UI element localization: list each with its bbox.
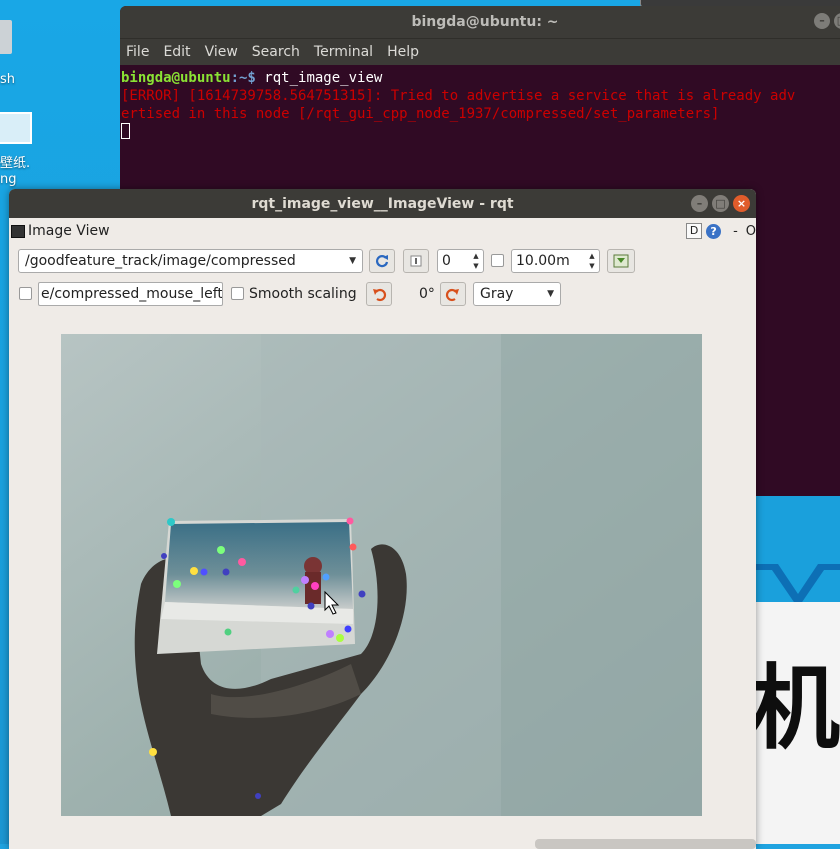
rqt-titlebar[interactable]: rqt_image_view__ImageView - rqt – □ × [9,189,756,218]
number-spinbox-value: 0 [442,253,451,269]
rotate-left-button[interactable] [366,282,392,306]
max-range-value: 10.00m [516,253,570,269]
menu-search[interactable]: Search [252,44,300,60]
rqt-minimize-button[interactable]: – [691,195,708,212]
smooth-scaling-checkbox-wrap [231,287,244,311]
menu-terminal[interactable]: Terminal [314,44,373,60]
terminal-minimize-button[interactable]: – [814,13,830,29]
wallpaper-chevron [756,564,840,604]
prompt-path: :~$ [230,70,265,86]
color-scheme-value: Gray [480,286,514,302]
chevron-down-icon: ▼ [547,289,554,299]
refresh-icon [375,255,389,268]
wallpaper-text: 机 [756,634,840,767]
mouse-topic-value: e/compressed_mouse_left [41,286,223,302]
wallpaper-file-label-2: ng [0,172,17,187]
rqt-maximize-button[interactable]: □ [712,195,729,212]
camera-image [61,334,702,816]
rotate-right-button[interactable] [440,282,466,306]
dynamic-range-checkbox-wrap [491,254,504,278]
terminal-title: bingda@ubuntu: ~ [411,14,559,30]
horizontal-scrollbar[interactable] [535,839,756,849]
wallpaper-graphic: 机 [756,494,840,844]
dynamic-range-checkbox[interactable] [491,254,504,267]
command-text: rqt_image_view [264,70,383,86]
wallpaper-glyph: 机 [756,655,840,762]
zoom-1-button[interactable] [403,249,429,273]
terminal-cursor [121,123,130,139]
rqt-image-view-window[interactable]: rqt_image_view__ImageView - rqt – □ × Im… [9,189,756,849]
smooth-scaling-checkbox[interactable] [231,287,244,300]
rotate-left-icon [373,288,387,302]
terminal-output[interactable]: bingda@ubuntu:~$ rqt_image_view [ERROR] … [120,65,840,145]
save-image-icon [613,254,629,268]
dock-d-button[interactable]: D [686,223,703,239]
mouse-publish-checkbox[interactable] [19,287,32,300]
terminal-titlebar[interactable]: bingda@ubuntu: ~ – □ [120,6,840,38]
error-line-1: [ERROR] [1614739758.564751315]: Tried to… [121,88,796,104]
rotation-label: 0° [419,286,435,302]
trash-label: sh [0,72,16,87]
dock-float-button[interactable]: O [746,224,756,239]
terminal-menubar: File Edit View Search Terminal Help [120,38,840,65]
image-view-canvas[interactable] [61,334,702,816]
mouse-topic-input[interactable]: e/compressed_mouse_left [38,282,223,306]
dock-header: Image View D ? - O [9,219,756,243]
menu-file[interactable]: File [126,44,149,60]
refresh-button[interactable] [369,249,395,273]
error-line-2: ertised in this node [/rqt_gui_cpp_node_… [121,106,720,122]
menu-edit[interactable]: Edit [163,44,190,60]
color-scheme-select[interactable]: Gray ▼ [473,282,561,306]
spinbox-arrows-icon[interactable]: ▲ ▼ [586,251,598,271]
spinbox-arrows-icon[interactable]: ▲ ▼ [470,251,482,271]
dock-minimize-button[interactable]: - [733,224,738,239]
number-spinbox[interactable]: 0 ▲ ▼ [437,249,484,273]
trash-desktop-icon[interactable] [0,20,14,60]
terminal-maximize-button[interactable]: □ [834,13,840,29]
topic-select-value: /goodfeature_track/image/compressed [25,253,296,269]
chevron-down-icon: ▼ [349,256,356,266]
rqt-title: rqt_image_view__ImageView - rqt [251,195,514,212]
save-image-button[interactable] [607,249,635,273]
wallpaper-file-icon[interactable] [0,112,32,144]
wallpaper-file-label: 壁纸. [0,156,31,171]
topic-select[interactable]: /goodfeature_track/image/compressed ▼ [18,249,363,273]
rqt-close-button[interactable]: × [733,195,750,212]
menu-view[interactable]: View [205,44,238,60]
dock-title: Image View [28,223,110,239]
smooth-scaling-label: Smooth scaling [249,286,357,302]
zoom-original-icon [410,255,422,267]
help-icon[interactable]: ? [706,223,722,239]
trash-icon [0,20,12,54]
dock-widget-icon [11,224,25,238]
max-range-spinbox[interactable]: 10.00m ▲ ▼ [511,249,600,273]
prompt-user: bingda@ubuntu [121,70,231,86]
rotate-right-icon [445,288,459,302]
mouse-publish-checkbox-wrap [19,287,32,311]
menu-help[interactable]: Help [387,44,419,60]
